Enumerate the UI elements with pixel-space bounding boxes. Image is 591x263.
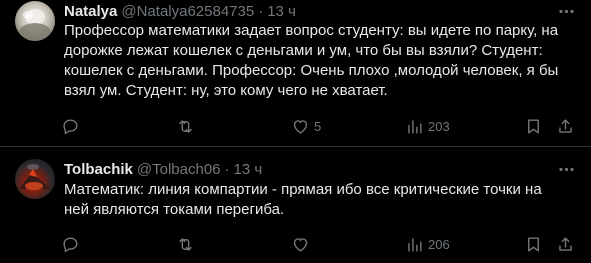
avatar[interactable] bbox=[15, 1, 55, 41]
tweet[interactable]: Natalya @Natalya62584735 · 13 ч Профессо… bbox=[0, 0, 591, 146]
more-dots-icon[interactable] bbox=[555, 1, 577, 21]
bookmark-icon bbox=[528, 236, 539, 252]
tweet-header: Tolbachik @Tolbach06 · 13 ч bbox=[64, 159, 262, 179]
retweet-button[interactable] bbox=[176, 234, 199, 254]
heart-icon bbox=[293, 119, 308, 134]
timestamp[interactable]: 13 ч bbox=[234, 161, 263, 178]
retweet-icon bbox=[179, 237, 192, 251]
like-count: 5 bbox=[314, 118, 322, 134]
avatar-image bbox=[19, 164, 51, 190]
tweet-feed: Natalya @Natalya62584735 · 13 ч Профессо… bbox=[0, 0, 591, 263]
separator-dot: · bbox=[224, 160, 230, 178]
reply-icon bbox=[63, 236, 78, 252]
display-name[interactable]: Natalya bbox=[64, 3, 117, 20]
display-name[interactable]: Tolbachik bbox=[64, 161, 133, 178]
bookmark-button[interactable] bbox=[524, 234, 543, 254]
more-dots-icon[interactable] bbox=[555, 159, 577, 179]
view-count: 206 bbox=[428, 236, 450, 252]
separator-dot: · bbox=[258, 2, 264, 20]
avatar[interactable] bbox=[15, 159, 55, 199]
view-count: 203 bbox=[428, 118, 450, 134]
views-button[interactable]: 203 bbox=[405, 116, 450, 136]
tweet-text: Математик: линия компартии - прямая ибо … bbox=[64, 181, 542, 218]
reply-button[interactable] bbox=[61, 116, 84, 136]
avatar-image bbox=[19, 9, 51, 41]
tweet-actions: 5 203 bbox=[54, 116, 584, 136]
user-handle[interactable]: @Tolbach06 bbox=[137, 161, 221, 178]
like-button[interactable]: 5 bbox=[291, 116, 321, 136]
share-icon bbox=[559, 118, 572, 133]
like-button[interactable] bbox=[291, 234, 314, 254]
share-button[interactable] bbox=[556, 116, 575, 136]
tweet-header: Natalya @Natalya62584735 · 13 ч bbox=[64, 1, 296, 21]
bookmark-button[interactable] bbox=[524, 116, 543, 136]
views-chart-icon bbox=[408, 237, 422, 252]
share-icon bbox=[559, 236, 572, 251]
tweet[interactable]: Tolbachik @Tolbach06 · 13 ч Математик: л… bbox=[0, 147, 591, 263]
timestamp[interactable]: 13 ч bbox=[267, 3, 296, 20]
bookmark-icon bbox=[528, 118, 539, 134]
tweet-text: Профессор математики задает вопрос студе… bbox=[64, 22, 559, 99]
share-button[interactable] bbox=[556, 234, 575, 254]
tweet-actions: 206 bbox=[54, 234, 584, 254]
heart-icon bbox=[293, 237, 308, 252]
views-chart-icon bbox=[408, 119, 422, 134]
reply-icon bbox=[63, 118, 78, 134]
retweet-button[interactable] bbox=[176, 116, 199, 136]
views-button[interactable]: 206 bbox=[405, 234, 450, 254]
user-handle[interactable]: @Natalya62584735 bbox=[121, 3, 254, 20]
retweet-icon bbox=[179, 119, 192, 133]
reply-button[interactable] bbox=[61, 234, 84, 254]
